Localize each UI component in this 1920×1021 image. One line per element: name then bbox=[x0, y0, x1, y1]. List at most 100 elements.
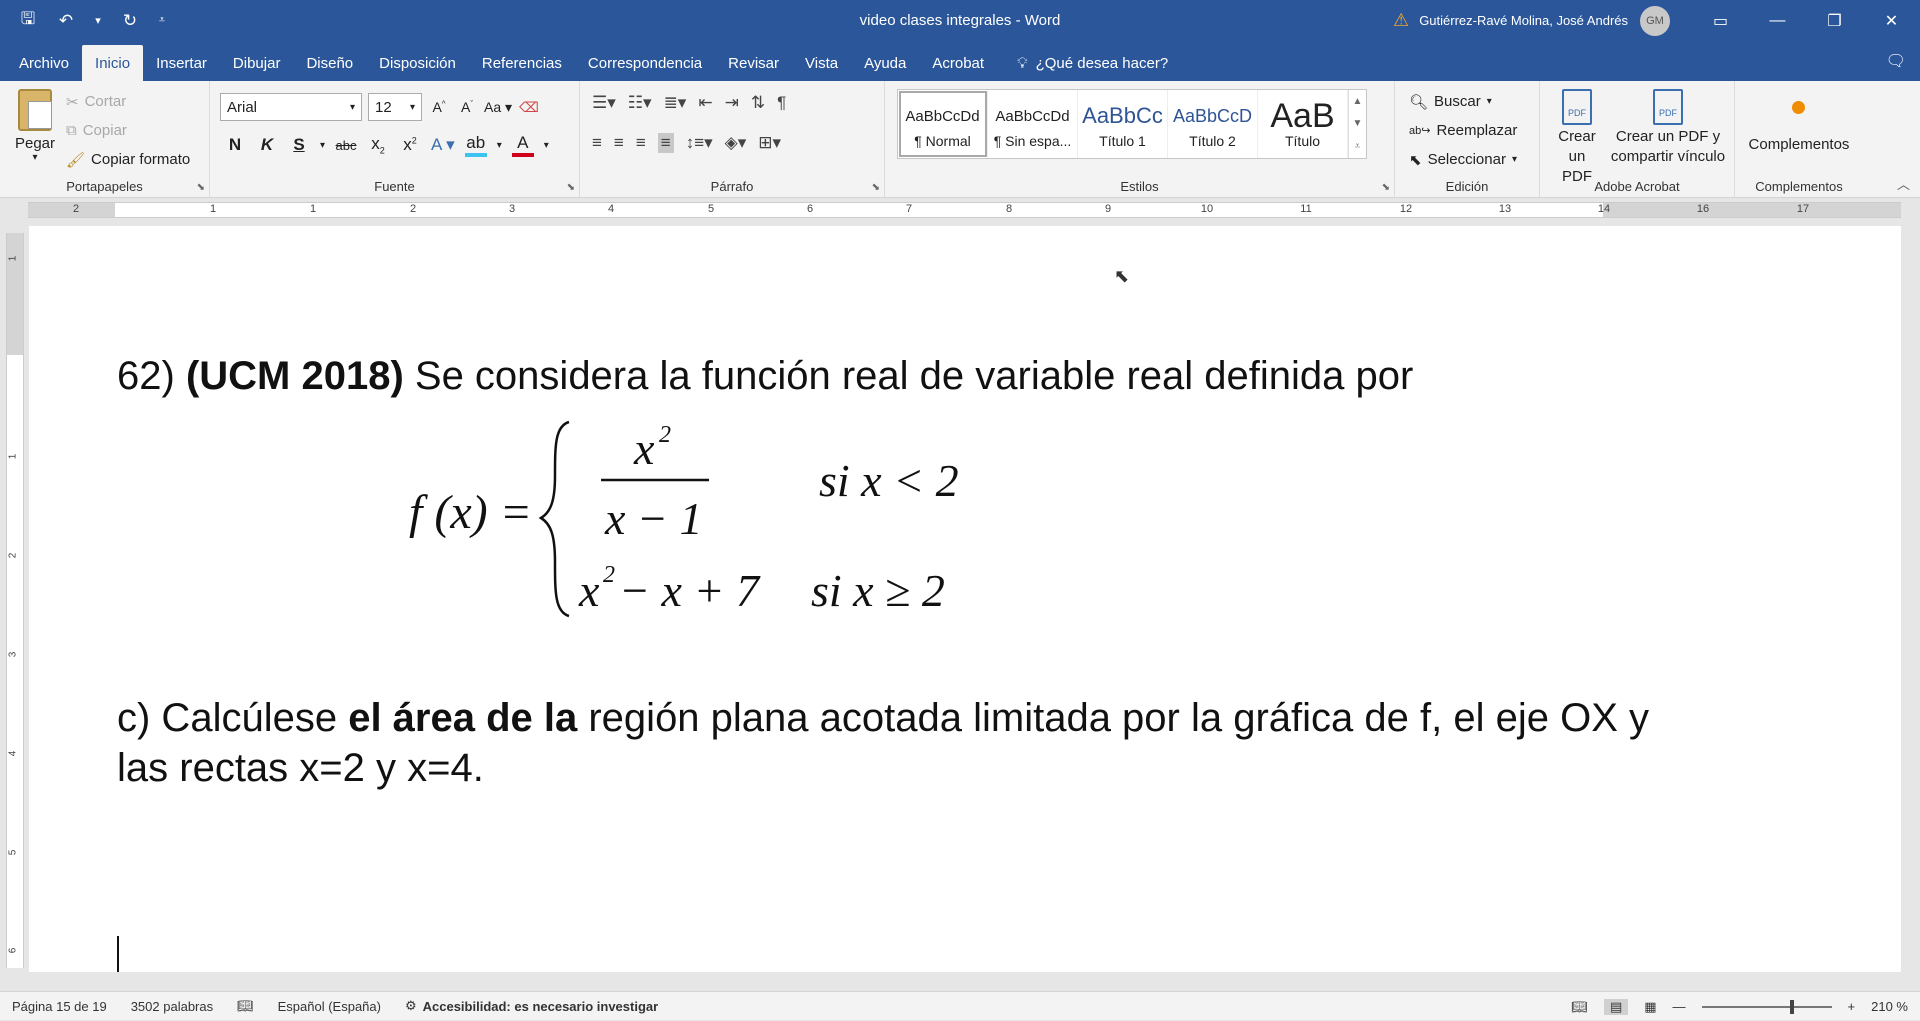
font-name-select[interactable]: Arial▾ bbox=[220, 93, 362, 121]
chevron-down-icon[interactable]: ▾ bbox=[320, 140, 325, 151]
dialog-launcher-icon[interactable]: ⬊ bbox=[567, 182, 575, 193]
gallery-down-icon[interactable]: ▼ bbox=[1353, 118, 1363, 129]
cut-button[interactable]: ✂Cortar bbox=[66, 87, 190, 116]
bullets-icon[interactable]: ☰▾ bbox=[592, 93, 616, 113]
tab-inicio[interactable]: Inicio bbox=[82, 45, 143, 81]
find-button[interactable]: 🔍︎Buscar▾ bbox=[1409, 87, 1517, 116]
style-heading-1[interactable]: AaBbCc Título 1 bbox=[1078, 90, 1168, 158]
read-mode-icon[interactable]: 📖︎ bbox=[1571, 999, 1588, 1015]
multilevel-list-icon[interactable]: ≣▾ bbox=[664, 93, 687, 113]
undo-icon[interactable]: ↶ bbox=[52, 7, 80, 35]
user-name[interactable]: Gutiérrez-Ravé Molina, José Andrés bbox=[1419, 13, 1628, 28]
undo-dropdown-icon[interactable]: ▾ bbox=[90, 7, 106, 35]
style-name: ¶ Normal bbox=[900, 133, 986, 149]
show-marks-icon[interactable]: ¶ bbox=[777, 93, 786, 113]
italic-button[interactable]: K bbox=[256, 135, 278, 155]
bold-button[interactable]: N bbox=[224, 135, 246, 155]
subscript-icon[interactable]: x2 bbox=[367, 134, 389, 155]
increase-indent-icon[interactable]: ⇥ bbox=[725, 93, 739, 113]
strikethrough-button[interactable]: abc bbox=[335, 138, 357, 153]
zoom-in-icon[interactable]: + bbox=[1848, 999, 1856, 1014]
style-normal[interactable]: AaBbCcDd ¶ Normal bbox=[898, 90, 988, 158]
tab-ayuda[interactable]: Ayuda bbox=[851, 45, 919, 81]
tab-dibujar[interactable]: Dibujar bbox=[220, 45, 294, 81]
numbering-icon[interactable]: ☷▾ bbox=[628, 93, 652, 113]
dialog-launcher-icon[interactable]: ⬊ bbox=[1382, 182, 1390, 193]
align-right-icon[interactable]: ≡ bbox=[636, 133, 646, 153]
chevron-down-icon[interactable]: ▾ bbox=[497, 140, 502, 151]
tab-correspondencia[interactable]: Correspondencia bbox=[575, 45, 715, 81]
accessibility-status[interactable]: ⚙︎Accesibilidad: es necesario investigar bbox=[393, 998, 670, 1014]
tab-diseno[interactable]: Diseño bbox=[293, 45, 366, 81]
align-center-icon[interactable]: ≡ bbox=[614, 133, 624, 153]
restore-icon[interactable]: ❐ bbox=[1806, 0, 1863, 41]
borders-icon[interactable]: ⊞▾ bbox=[758, 133, 781, 153]
copy-button[interactable]: ⧉Copiar bbox=[66, 116, 190, 145]
tab-archivo[interactable]: Archivo bbox=[6, 45, 82, 81]
ribbon-display-options-icon[interactable]: ▭ bbox=[1692, 0, 1749, 41]
create-pdf-button[interactable]: PDF Crear un PDF bbox=[1552, 89, 1602, 187]
addins-icon[interactable] bbox=[1792, 101, 1805, 114]
comments-icon[interactable]: 🗨︎ bbox=[1886, 51, 1906, 71]
font-color-icon[interactable]: A bbox=[512, 133, 534, 157]
tab-insertar[interactable]: Insertar bbox=[143, 45, 220, 81]
change-case-button[interactable]: Aa ▾ bbox=[484, 99, 512, 116]
superscript-icon[interactable]: x2 bbox=[399, 135, 421, 155]
justify-icon[interactable]: ≡ bbox=[658, 133, 674, 153]
tab-referencias[interactable]: Referencias bbox=[469, 45, 575, 81]
zoom-level[interactable]: 210 % bbox=[1871, 999, 1908, 1014]
shading-icon[interactable]: ◈▾ bbox=[725, 133, 747, 153]
clear-formatting-icon[interactable]: ⌫ bbox=[518, 99, 540, 116]
tab-disposicion[interactable]: Disposición bbox=[366, 45, 469, 81]
styles-group: AaBbCcDd ¶ Normal AaBbCcDd ¶ Sin espa...… bbox=[885, 81, 1395, 198]
chevron-down-icon[interactable]: ▾ bbox=[544, 140, 549, 151]
zoom-thumb[interactable] bbox=[1790, 1000, 1794, 1014]
style-heading-2[interactable]: AaBbCcD Título 2 bbox=[1168, 90, 1258, 158]
grow-font-icon[interactable]: A^ bbox=[428, 99, 450, 115]
save-icon[interactable]: 🖫 bbox=[14, 7, 42, 35]
tab-vista[interactable]: Vista bbox=[792, 45, 851, 81]
style-no-spacing[interactable]: AaBbCcDd ¶ Sin espa... bbox=[988, 90, 1078, 158]
font-size-select[interactable]: 12▾ bbox=[368, 93, 422, 121]
horizontal-ruler[interactable]: 2 1 1 2 3 4 5 6 7 8 9 10 11 12 13 14 16 … bbox=[0, 199, 1920, 221]
addins-button[interactable]: Complementos bbox=[1735, 136, 1863, 153]
gallery-up-icon[interactable]: ▲ bbox=[1353, 96, 1363, 107]
page-count[interactable]: Página 15 de 19 bbox=[0, 999, 119, 1014]
collapse-ribbon-icon[interactable]: ︿ bbox=[1897, 174, 1910, 193]
print-layout-icon[interactable]: ▤ bbox=[1604, 999, 1628, 1015]
tell-me-search[interactable]: 💡︎ ¿Qué desea hacer? bbox=[997, 45, 1168, 81]
gallery-more-icon[interactable]: ⩡ bbox=[1355, 141, 1361, 152]
web-layout-icon[interactable]: ▦ bbox=[1644, 999, 1656, 1015]
shrink-font-icon[interactable]: Aˇ bbox=[456, 99, 478, 115]
replace-button[interactable]: ab↪Reemplazar bbox=[1409, 116, 1517, 145]
paste-button[interactable]: Pegar ▾ bbox=[12, 89, 58, 163]
zoom-out-icon[interactable]: — bbox=[1673, 999, 1686, 1014]
close-icon[interactable]: ✕ bbox=[1863, 0, 1920, 41]
select-button[interactable]: ⬉Seleccionar▾ bbox=[1409, 145, 1517, 174]
document-page[interactable]: ⬉ 62) (UCM 2018) Se considera la función… bbox=[29, 226, 1901, 972]
zoom-slider[interactable] bbox=[1702, 1006, 1832, 1008]
underline-button[interactable]: S bbox=[288, 135, 310, 155]
minimize-icon[interactable]: — bbox=[1749, 0, 1806, 41]
create-share-pdf-button[interactable]: PDF Crear un PDF y compartir vínculo bbox=[1604, 89, 1732, 167]
avatar[interactable]: GM bbox=[1640, 6, 1670, 36]
line-spacing-icon[interactable]: ↕≡▾ bbox=[686, 133, 713, 153]
tab-acrobat[interactable]: Acrobat bbox=[919, 45, 997, 81]
format-painter-button[interactable]: 🖌︎Copiar formato bbox=[66, 145, 190, 174]
proofing-icon[interactable]: 📖︎ bbox=[225, 998, 266, 1014]
highlight-color-icon[interactable]: ab bbox=[465, 133, 487, 157]
warning-icon[interactable]: ⚠ bbox=[1393, 10, 1409, 31]
style-title[interactable]: AaB Título bbox=[1258, 90, 1348, 158]
word-count[interactable]: 3502 palabras bbox=[119, 999, 225, 1014]
redo-icon[interactable]: ↻ bbox=[116, 7, 144, 35]
align-left-icon[interactable]: ≡ bbox=[592, 133, 602, 153]
dialog-launcher-icon[interactable]: ⬊ bbox=[197, 182, 205, 193]
sort-icon[interactable]: ⇅ bbox=[751, 93, 765, 113]
decrease-indent-icon[interactable]: ⇤ bbox=[698, 93, 712, 113]
text-effects-icon[interactable]: A ▾ bbox=[431, 135, 455, 155]
language[interactable]: Español (España) bbox=[266, 999, 393, 1014]
customize-qat-icon[interactable]: ⩡ bbox=[154, 7, 170, 35]
dialog-launcher-icon[interactable]: ⬊ bbox=[872, 182, 880, 193]
vertical-ruler[interactable]: 1 1 2 3 4 5 6 bbox=[6, 233, 24, 968]
tab-revisar[interactable]: Revisar bbox=[715, 45, 792, 81]
